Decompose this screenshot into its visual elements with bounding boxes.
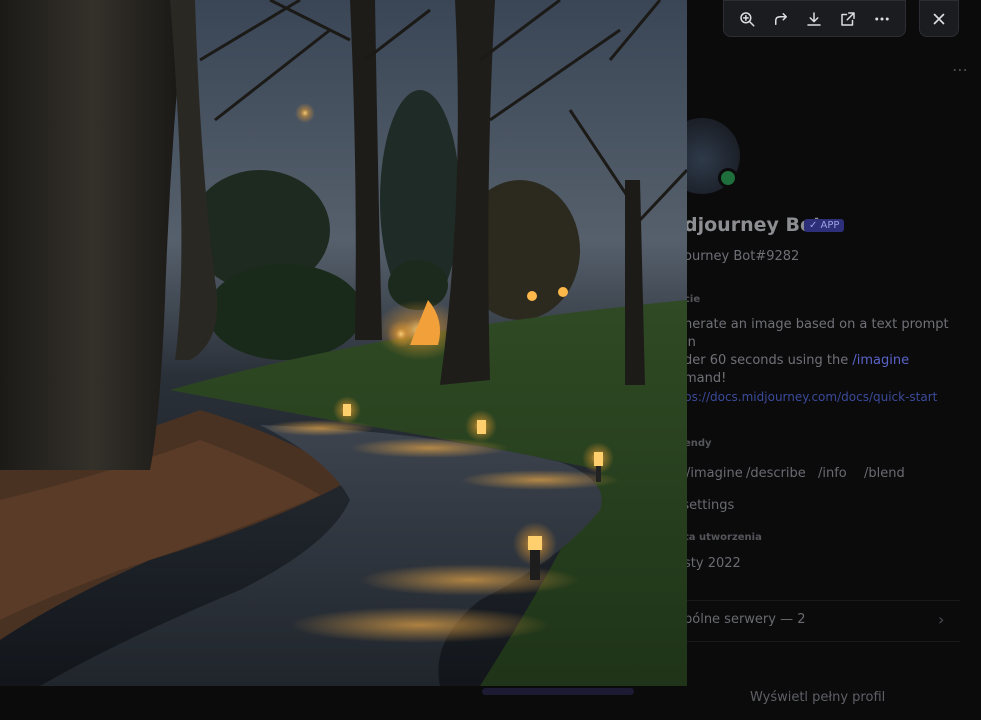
download-icon [807, 11, 822, 26]
image-scroll-indicator[interactable] [482, 688, 634, 695]
created-date: sty 2022 [684, 556, 741, 571]
share-forward-icon [774, 12, 787, 25]
chevron-right-icon: › [938, 610, 945, 629]
view-full-profile-button[interactable]: Wyświetl pełny profil [750, 690, 885, 705]
open-in-browser-button[interactable] [834, 5, 862, 33]
bot-username: ourney Bot#9282 [684, 249, 800, 264]
download-button[interactable] [800, 5, 828, 33]
docs-link[interactable]: ps://docs.midjourney.com/docs/quick-star… [684, 390, 937, 404]
lightbox-toolbar [723, 0, 906, 37]
open-external-icon [841, 11, 856, 26]
lightbox-image [0, 0, 687, 686]
more-options-button[interactable] [868, 5, 896, 33]
commands-heading: endy [684, 438, 712, 449]
mutual-servers-label: pólne serwery — 2 [684, 612, 806, 627]
command-blend[interactable]: /blend [864, 466, 905, 481]
close-icon [933, 13, 945, 24]
about-text: nerate an image based on a text prompt i… [684, 317, 949, 386]
command-info[interactable]: /info [818, 466, 847, 481]
close-lightbox-button[interactable] [919, 0, 959, 37]
created-heading: ta utworzenia [684, 532, 762, 543]
forward-button[interactable] [767, 5, 795, 33]
app-badge: ✓ APP [804, 219, 845, 232]
profile-more-icon: ⋯ [952, 60, 968, 79]
command-describe[interactable]: /describe [746, 466, 806, 481]
bot-display-name: djourney Bot [684, 214, 823, 236]
more-options-icon [875, 17, 889, 20]
zoom-in-icon [740, 11, 755, 26]
command-imagine[interactable]: /imagine [686, 466, 743, 481]
zoom-in-button[interactable] [733, 5, 761, 33]
online-status-indicator [718, 168, 738, 188]
